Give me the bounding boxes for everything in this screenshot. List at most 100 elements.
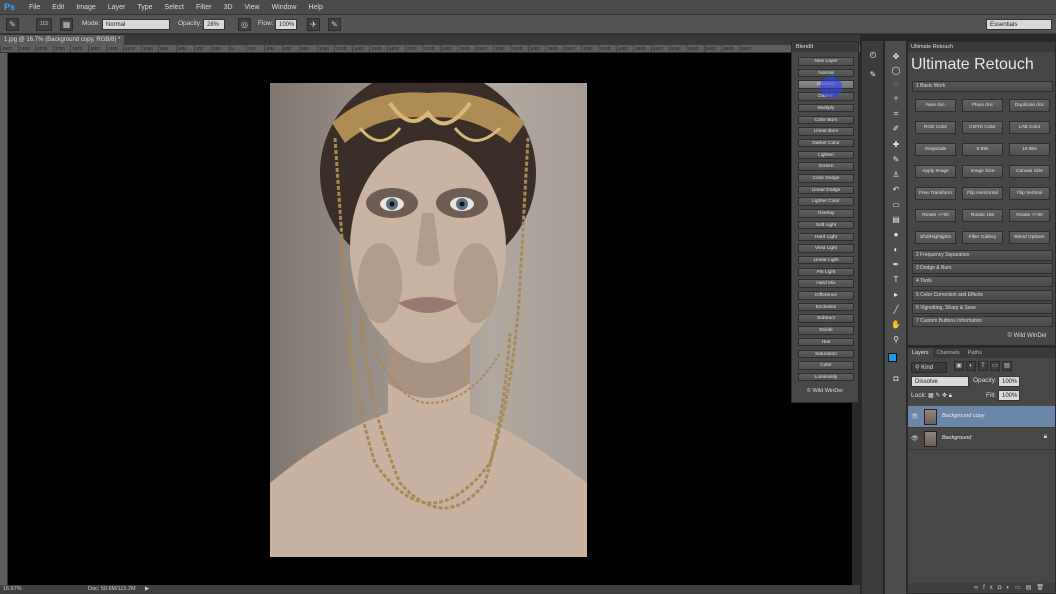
- ultimate-section[interactable]: 4 Tools: [912, 276, 1053, 288]
- ultimate-button-blend-options[interactable]: Blend Options: [1009, 231, 1050, 244]
- filter-adjust-icon[interactable]: ◐: [966, 361, 976, 371]
- filter-smart-icon[interactable]: ▤: [1002, 361, 1012, 371]
- ultimate-button-grayscale[interactable]: Grayscale: [915, 143, 956, 156]
- airbrush-icon[interactable]: ✈: [307, 18, 320, 31]
- ultimate-button-rotate-90[interactable]: Rotate +/-90: [1009, 209, 1050, 222]
- ultimate-button-image-size[interactable]: Image Size: [962, 165, 1003, 178]
- blend-button-hard-mix[interactable]: Hard Mix: [798, 279, 854, 288]
- ultimate-section[interactable]: 3 Dodge & Burn: [912, 263, 1053, 275]
- blend-button-overlay[interactable]: Overlay: [798, 209, 854, 218]
- menu-3d[interactable]: 3D: [218, 4, 239, 11]
- filter-shape-icon[interactable]: ▭: [990, 361, 1000, 371]
- menu-file[interactable]: File: [23, 4, 46, 11]
- foreground-color-swatch[interactable]: [888, 353, 897, 362]
- ultimate-section[interactable]: 2 Frequency Separation: [912, 250, 1053, 261]
- blend-button-color-burn[interactable]: Color Burn: [798, 115, 854, 124]
- eraser-icon[interactable]: ▭: [890, 199, 902, 211]
- flow-input[interactable]: 100%: [275, 19, 297, 30]
- document-tab[interactable]: 1.jpg @ 16.7% (Background copy, RGB/8) *: [0, 35, 125, 45]
- brush-tool-icon[interactable]: ✎: [6, 18, 19, 31]
- portrait-photo[interactable]: [270, 83, 587, 557]
- blend-button-vivid-light[interactable]: Vivid Light: [798, 244, 854, 253]
- ultimate-button-canvas-size[interactable]: Canvas Size: [1009, 165, 1050, 178]
- layer-row[interactable]: 👁︎ Background copy: [908, 406, 1055, 428]
- ultimate-button-16-bits[interactable]: 16 Bits: [1009, 143, 1050, 156]
- blend-button-color[interactable]: Color: [798, 361, 854, 370]
- layer-blend-mode-select[interactable]: Dissolve: [911, 376, 969, 387]
- zoom-readout[interactable]: 16.67%: [3, 585, 22, 594]
- hand-tool-icon[interactable]: ✋: [890, 319, 902, 331]
- menu-type[interactable]: Type: [131, 4, 158, 11]
- ultimate-button-rotate-180[interactable]: Rotate 180: [962, 209, 1003, 222]
- workspace-select[interactable]: Essentials: [986, 19, 1052, 30]
- doc-size-readout[interactable]: Doc: 50.6M/115.2M: [88, 585, 136, 594]
- move-tool-icon[interactable]: ✥: [890, 51, 902, 63]
- ultimate-button-filter-gallery[interactable]: Filter Gallery: [962, 231, 1003, 244]
- tab-layers[interactable]: Layers: [908, 348, 933, 358]
- dodge-tool-icon[interactable]: ◐: [890, 244, 902, 256]
- mode-select[interactable]: Normal: [102, 19, 170, 30]
- ultimate-button-flip-horizontal[interactable]: Flip Horizontal: [962, 187, 1003, 200]
- ultimate-button-cmyk-color[interactable]: CMYK Color: [962, 121, 1003, 134]
- eye-icon[interactable]: 👁︎: [911, 413, 919, 420]
- brush-panel-icon[interactable]: ▦: [60, 18, 73, 31]
- menu-help[interactable]: Help: [302, 4, 328, 11]
- tab-paths[interactable]: Paths: [964, 348, 986, 358]
- type-tool-icon[interactable]: T: [890, 274, 902, 286]
- healing-brush-icon[interactable]: ✚: [890, 139, 902, 151]
- gradient-tool-icon[interactable]: ▤: [890, 214, 902, 226]
- ultimate-button-8-bits[interactable]: 8 Bits: [962, 143, 1003, 156]
- crop-tool-icon[interactable]: ⌗: [890, 108, 902, 120]
- blend-button-linear-burn[interactable]: Linear Burn: [798, 127, 854, 136]
- zoom-tool-icon[interactable]: ⚲: [890, 334, 902, 346]
- blend-button-hard-light[interactable]: Hard Light: [798, 232, 854, 241]
- blend-button-soft-light[interactable]: Soft Light: [798, 220, 854, 230]
- filter-pixel-icon[interactable]: ▣: [954, 361, 964, 371]
- ultimate-button-duplicate-doc[interactable]: Duplicate doc: [1009, 99, 1050, 112]
- clone-stamp-icon[interactable]: ♙: [890, 169, 902, 181]
- menu-view[interactable]: View: [239, 4, 266, 11]
- brush-tool-icon[interactable]: ✎: [890, 154, 902, 166]
- history-icon[interactable]: ◴: [867, 49, 879, 61]
- pressure-opacity-icon[interactable]: ◎: [238, 18, 251, 31]
- quick-mask-icon[interactable]: ◘: [890, 373, 902, 385]
- menu-layer[interactable]: Layer: [102, 4, 132, 11]
- menu-filter[interactable]: Filter: [190, 4, 218, 11]
- path-select-icon[interactable]: ▸: [890, 289, 902, 301]
- line-tool-icon[interactable]: ╱: [890, 304, 902, 316]
- blend-button-color-dodge[interactable]: Color Dodge: [798, 174, 854, 183]
- blend-button-linear-dodge[interactable]: Linear Dodge: [798, 185, 854, 195]
- menu-window[interactable]: Window: [266, 4, 303, 11]
- section-basic-work[interactable]: 1 Basic Work: [912, 81, 1053, 92]
- opacity-input[interactable]: 28%: [203, 19, 225, 30]
- pen-tool-icon[interactable]: ✒: [890, 259, 902, 271]
- blend-button-saturation[interactable]: Saturation: [798, 349, 854, 358]
- menu-edit[interactable]: Edit: [46, 4, 70, 11]
- ultimate-button-flip-vertical[interactable]: Flip Vertical: [1009, 187, 1050, 200]
- blend-button-linear-light[interactable]: Linear Light: [798, 255, 854, 265]
- quick-select-icon[interactable]: ✧: [890, 93, 902, 105]
- lasso-tool-icon[interactable]: ◌: [890, 79, 902, 91]
- ultimate-section[interactable]: 7 Custom Buttons Information: [912, 316, 1053, 327]
- ultimate-button-rotate-90[interactable]: Rotate +/-90: [915, 209, 956, 222]
- layer-opacity-input[interactable]: 100%: [998, 376, 1020, 387]
- ultimate-button-lab-color[interactable]: LAB Color: [1009, 121, 1050, 134]
- blend-button-screen[interactable]: Screen: [798, 162, 854, 171]
- eyedropper-icon[interactable]: ✐: [890, 123, 902, 135]
- eye-icon[interactable]: 👁︎: [911, 435, 919, 442]
- history-brush-icon[interactable]: ↶: [890, 184, 902, 196]
- fill-input[interactable]: 100%: [998, 390, 1020, 401]
- pressure-size-icon[interactable]: ✎: [328, 18, 341, 31]
- blend-button-luminosity[interactable]: Luminosity: [798, 372, 854, 382]
- ultimate-section[interactable]: 6 Vignetting, Sharp & Save: [912, 302, 1053, 314]
- menu-image[interactable]: Image: [70, 4, 101, 11]
- menu-select[interactable]: Select: [159, 4, 190, 11]
- filter-type-icon[interactable]: T: [978, 361, 988, 371]
- ultimate-button-apply-image[interactable]: Apply Image: [915, 165, 956, 178]
- brush-presets-icon[interactable]: ✎: [867, 69, 879, 81]
- blend-button-lighten[interactable]: Lighten: [798, 150, 854, 160]
- status-arrow-icon[interactable]: ▶: [145, 585, 149, 594]
- blend-button-new-layer[interactable]: New Layer: [798, 57, 854, 66]
- tab-channels[interactable]: Channels: [933, 348, 964, 358]
- blend-button-pin-light[interactable]: Pin Light: [798, 267, 854, 277]
